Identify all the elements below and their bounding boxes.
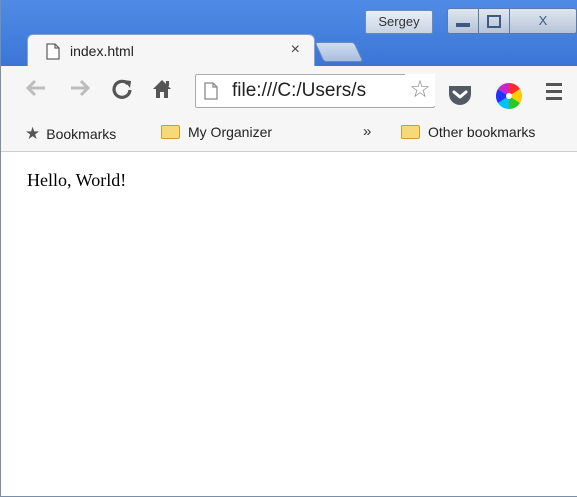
page-content: Hello, World!	[1, 152, 577, 496]
bookmarks-bar: ★ Bookmarks My Organizer » Other bookmark…	[1, 116, 577, 152]
address-text[interactable]: file:///C:/Users/s	[232, 80, 366, 102]
tab-title: index.html	[70, 43, 134, 59]
bookmarks-button[interactable]: ★ Bookmarks	[25, 124, 116, 144]
browser-window: Sergey X index.html × file:///C:/Users/s…	[0, 0, 577, 497]
minimize-button[interactable]	[447, 8, 479, 34]
folder-icon	[161, 125, 180, 139]
menu-icon[interactable]	[546, 83, 562, 104]
page-icon	[46, 43, 60, 65]
bookmarks-label: Bookmarks	[46, 126, 117, 142]
home-icon[interactable]	[151, 78, 173, 106]
bookmark-folder-label: Other bookmarks	[428, 124, 536, 140]
tab-index-html[interactable]: index.html ×	[27, 34, 315, 67]
maximize-icon	[487, 15, 501, 28]
star-icon: ★	[25, 124, 41, 143]
folder-icon	[401, 125, 420, 139]
new-tab-button[interactable]	[314, 42, 364, 62]
bookmark-folder-my-organizer[interactable]: My Organizer	[161, 124, 272, 140]
page-body-text: Hello, World!	[27, 170, 127, 190]
toolbar: file:///C:/Users/s ☆	[1, 66, 577, 116]
minimize-icon	[456, 23, 470, 27]
color-wheel-icon[interactable]	[495, 82, 523, 115]
reload-icon[interactable]	[111, 78, 133, 106]
bookmarks-overflow-button[interactable]: »	[363, 123, 371, 140]
bookmark-folder-label: My Organizer	[188, 124, 273, 140]
page-icon	[204, 82, 218, 105]
title-bar: Sergey X index.html ×	[1, 0, 577, 67]
bookmark-folder-other-bookmarks[interactable]: Other bookmarks	[401, 124, 535, 140]
profile-button[interactable]: Sergey	[365, 10, 433, 34]
tab-close-icon[interactable]: ×	[291, 41, 300, 59]
maximize-button[interactable]	[478, 8, 510, 34]
pocket-icon[interactable]	[447, 84, 473, 111]
back-arrow-icon[interactable]	[25, 78, 47, 104]
star-icon[interactable]: ☆	[405, 74, 435, 106]
forward-arrow-icon[interactable]	[69, 78, 91, 104]
address-bar[interactable]: file:///C:/Users/s	[195, 74, 435, 108]
close-window-button[interactable]: X	[509, 8, 577, 34]
